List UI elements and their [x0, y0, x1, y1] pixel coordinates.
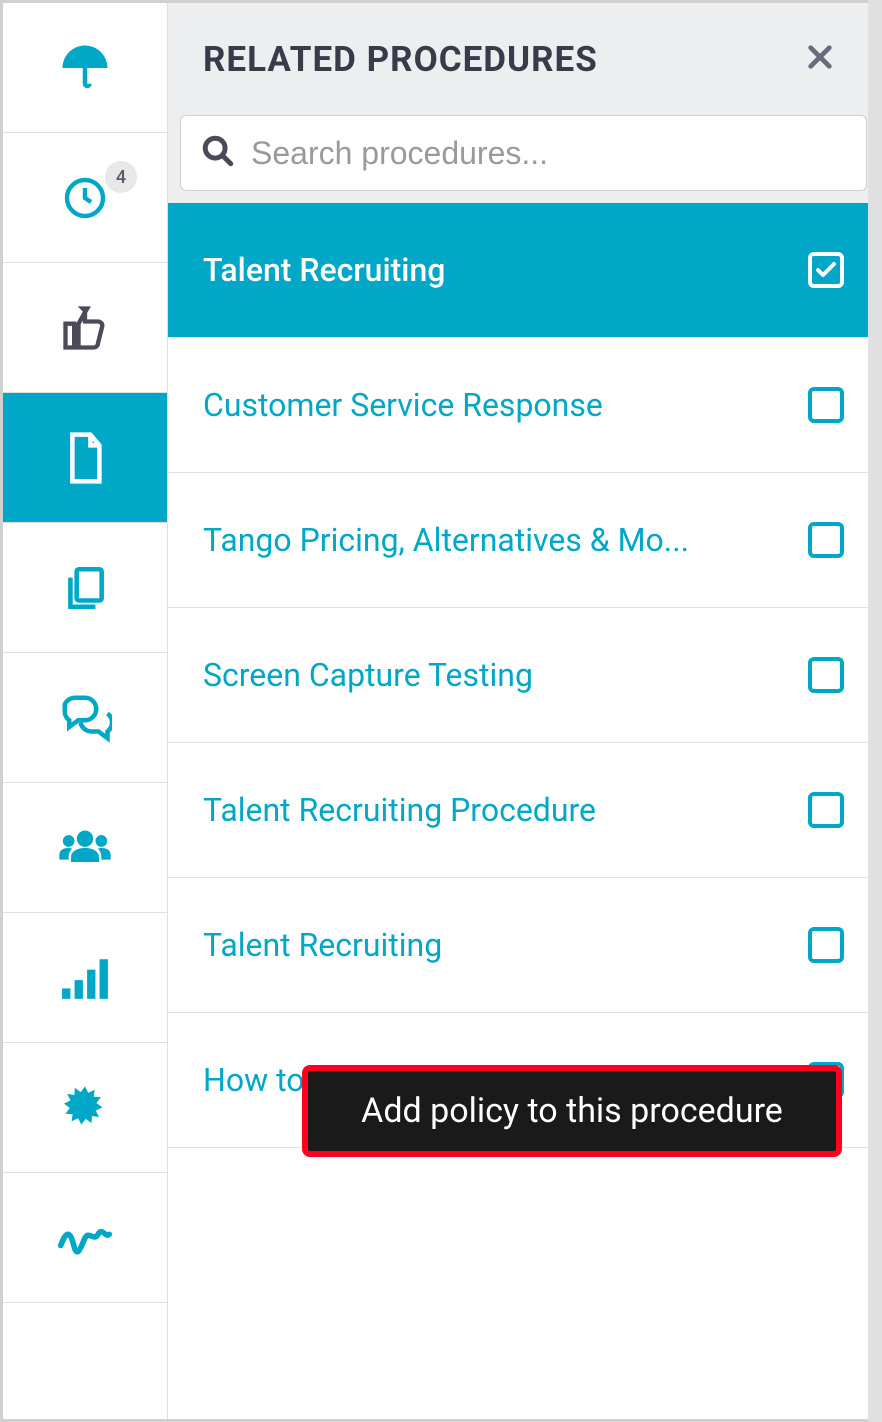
sidebar-item-history[interactable]: 4 — [3, 133, 167, 263]
procedure-label: Customer Service Response — [203, 386, 603, 424]
procedure-item[interactable]: Talent Recruiting — [168, 878, 879, 1013]
procedure-item[interactable]: Talent Recruiting Procedure — [168, 743, 879, 878]
sidebar-item-analytics[interactable] — [3, 913, 167, 1043]
close-icon — [804, 58, 836, 77]
procedure-item[interactable]: Customer Service Response — [168, 338, 879, 473]
scrollbar-track[interactable] — [868, 0, 882, 1422]
procedure-list: Talent Recruiting Customer Service Respon… — [168, 203, 879, 1419]
sidebar-item-approve[interactable] — [3, 263, 167, 393]
search-wrap — [168, 115, 879, 203]
sidebar-item-chat[interactable] — [3, 653, 167, 783]
procedure-checkbox[interactable] — [808, 252, 844, 288]
burst-icon — [59, 1082, 111, 1134]
procedure-label: Screen Capture Testing — [203, 656, 533, 694]
procedure-label: Talent Recruiting — [203, 926, 442, 964]
copy-icon — [60, 563, 110, 613]
sidebar-item-umbrella[interactable] — [3, 3, 167, 133]
procedure-label: Tango Pricing, Alternatives & Mo... — [203, 521, 689, 559]
sidebar-item-users[interactable] — [3, 783, 167, 913]
procedure-item[interactable]: Screen Capture Testing — [168, 608, 879, 743]
main-panel: RELATED PROCEDURES Talent Recruiting Cust… — [168, 3, 879, 1419]
procedure-label: Talent Recruiting — [203, 251, 445, 289]
search-box[interactable] — [180, 115, 867, 191]
history-badge: 4 — [105, 161, 137, 193]
procedure-checkbox[interactable] — [808, 927, 844, 963]
sidebar-item-copy[interactable] — [3, 523, 167, 653]
signal-icon — [60, 956, 110, 1000]
clock-icon — [61, 174, 109, 222]
tooltip: Add policy to this procedure — [308, 1071, 836, 1151]
search-icon — [201, 134, 235, 172]
sidebar-nav: 4 — [3, 3, 168, 1419]
document-icon — [63, 431, 107, 485]
procedure-label: Talent Recruiting Procedure — [203, 791, 596, 829]
procedure-checkbox[interactable] — [808, 792, 844, 828]
tooltip-text: Add policy to this procedure — [361, 1091, 783, 1131]
procedure-item[interactable]: Tango Pricing, Alternatives & Mo... — [168, 473, 879, 608]
panel-title: RELATED PROCEDURES — [203, 39, 598, 80]
users-icon — [57, 826, 113, 870]
umbrella-icon — [58, 41, 112, 95]
procedure-item[interactable]: Talent Recruiting — [168, 203, 879, 338]
signature-icon — [57, 1221, 113, 1255]
tooltip-highlight: Add policy to this procedure — [302, 1065, 842, 1157]
app-container: 4 — [0, 0, 882, 1422]
procedure-checkbox[interactable] — [808, 657, 844, 693]
sidebar-item-badge[interactable] — [3, 1043, 167, 1173]
panel-header: RELATED PROCEDURES — [168, 3, 879, 115]
sidebar-item-signature[interactable] — [3, 1173, 167, 1303]
procedure-checkbox[interactable] — [808, 387, 844, 423]
chat-icon — [58, 691, 112, 745]
sidebar-item-document[interactable] — [3, 393, 167, 523]
search-input[interactable] — [251, 135, 846, 172]
thumbs-up-icon — [59, 302, 111, 354]
procedure-checkbox[interactable] — [808, 522, 844, 558]
close-button[interactable] — [796, 33, 844, 85]
